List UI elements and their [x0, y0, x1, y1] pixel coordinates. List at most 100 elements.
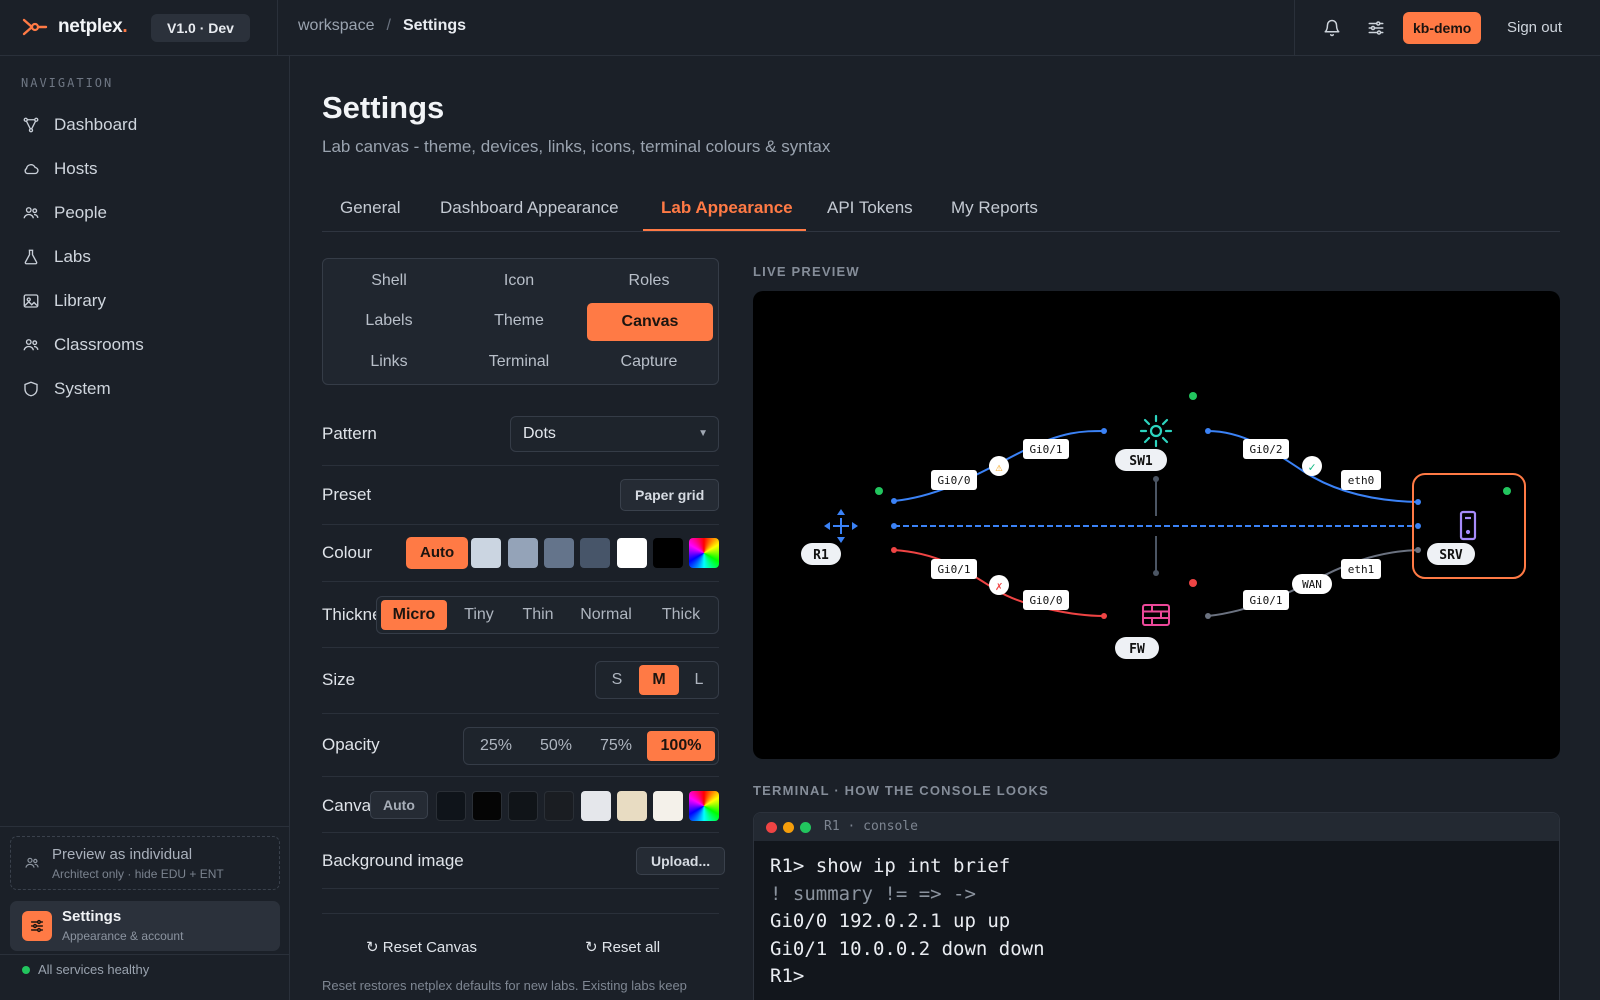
lab-appearance-subtabs: Shell Icon Roles Labels Theme Canvas Lin…	[322, 258, 719, 385]
user-badge[interactable]: kb-demo	[1403, 12, 1482, 44]
size-m[interactable]: M	[639, 665, 679, 695]
subtab-links[interactable]: Links	[326, 343, 452, 381]
iface-label: Gi0/0	[937, 474, 970, 487]
divider	[1294, 0, 1295, 56]
tab-dashboard-appearance[interactable]: Dashboard Appearance	[440, 198, 619, 218]
subtab-capture[interactable]: Capture	[586, 343, 712, 381]
sliders-icon[interactable]	[1364, 16, 1388, 40]
thickness-tiny[interactable]: Tiny	[453, 600, 505, 630]
canvas-auto-button[interactable]: Auto	[370, 791, 428, 819]
size-l[interactable]: L	[682, 665, 716, 695]
reset-canvas-button[interactable]: ↻ Reset Canvas	[366, 938, 477, 956]
colour-swatch[interactable]	[471, 538, 501, 568]
divider	[322, 776, 719, 777]
colour-label: Colour	[322, 543, 373, 562]
sidebar-item-people[interactable]: People	[22, 198, 107, 228]
colour-swatch[interactable]	[508, 538, 538, 568]
tab-general[interactable]: General	[340, 198, 400, 218]
reset-all-button[interactable]: ↻ Reset all	[585, 938, 660, 956]
iface-label: Gi0/2	[1249, 443, 1282, 456]
subtab-roles[interactable]: Roles	[586, 262, 712, 300]
top-bar: netplex. V1.0 · Dev workspace / Settings…	[0, 0, 1600, 56]
iface-label: Gi0/1	[937, 563, 970, 576]
pattern-value: Dots	[523, 425, 556, 442]
sidebar-item-system[interactable]: System	[22, 374, 111, 404]
preset-paper-grid-button[interactable]: Paper grid	[620, 479, 720, 511]
subtab-terminal[interactable]: Terminal	[456, 343, 582, 381]
sidebar-item-labs[interactable]: Labs	[22, 242, 91, 272]
opacity-50[interactable]: 50%	[528, 731, 584, 761]
opacity-segmented: 25% 50% 75% 100%	[463, 727, 719, 765]
x-badge: ✗	[989, 575, 1009, 595]
subtab-canvas[interactable]: Canvas	[587, 303, 713, 341]
app-logo[interactable]: netplex.	[22, 16, 128, 38]
canvas-label: Canvas	[322, 796, 370, 815]
subtab-shell[interactable]: Shell	[326, 262, 452, 300]
canvas-swatch[interactable]	[544, 791, 574, 821]
sidebar-item-label: Labs	[54, 247, 91, 266]
sidebar-item-library[interactable]: Library	[22, 286, 106, 316]
opacity-100[interactable]: 100%	[647, 731, 715, 761]
image-icon	[23, 294, 39, 308]
router-icon	[824, 509, 858, 543]
custom-colour-picker[interactable]	[689, 538, 719, 568]
version-badge[interactable]: V1.0 · Dev	[151, 14, 250, 42]
custom-canvas-colour-picker[interactable]	[689, 791, 719, 821]
sidebar-item-label: System	[54, 379, 111, 398]
wan-label: WAN	[1302, 578, 1322, 591]
subtab-labels[interactable]: Labels	[326, 302, 452, 340]
thickness-thick[interactable]: Thick	[649, 600, 713, 630]
size-segmented: S M L	[595, 661, 719, 699]
opacity-25[interactable]: 25%	[468, 731, 524, 761]
thickness-segmented: Micro Tiny Thin Normal Thick	[376, 596, 719, 634]
preset-label: Preset	[322, 485, 372, 504]
thickness-thin[interactable]: Thin	[513, 600, 563, 630]
sidebar-item-classrooms[interactable]: Classrooms	[22, 330, 144, 360]
divider	[0, 954, 290, 955]
settings-account-card[interactable]: Settings Appearance & account	[10, 901, 280, 951]
canvas-swatch[interactable]	[653, 791, 683, 821]
subtab-theme[interactable]: Theme	[456, 302, 582, 340]
sign-out-link[interactable]: Sign out	[1507, 19, 1562, 36]
divider	[322, 888, 719, 889]
colour-swatch[interactable]	[617, 538, 647, 568]
sidebar-item-hosts[interactable]: Hosts	[22, 154, 97, 184]
settings-tabs: General Dashboard Appearance Lab Appeara…	[322, 188, 1560, 232]
colour-swatch[interactable]	[653, 538, 683, 568]
breadcrumb: workspace / Settings	[298, 17, 466, 35]
terminal-preview[interactable]: R1 · console R1> show ip int brief ! sum…	[753, 812, 1560, 1000]
canvas-swatch[interactable]	[581, 791, 611, 821]
app-name: netplex.	[58, 16, 128, 37]
breadcrumb-separator: /	[386, 17, 391, 34]
switch-icon	[1139, 414, 1173, 448]
node-label-srv: SRV	[1439, 548, 1463, 563]
colour-swatch[interactable]	[544, 538, 574, 568]
canvas-swatch[interactable]	[508, 791, 538, 821]
thickness-normal[interactable]: Normal	[571, 600, 641, 630]
opacity-75[interactable]: 75%	[588, 731, 644, 761]
thickness-micro[interactable]: Micro	[381, 600, 447, 630]
iface-label: Gi0/1	[1029, 443, 1062, 456]
pattern-select[interactable]: Dots ▼	[510, 416, 719, 452]
canvas-swatch[interactable]	[617, 791, 647, 821]
tab-my-reports[interactable]: My Reports	[951, 198, 1038, 218]
canvas-swatch[interactable]	[472, 791, 502, 821]
canvas-swatch[interactable]	[436, 791, 466, 821]
subtab-icon[interactable]: Icon	[456, 262, 582, 300]
sidebar-item-dashboard[interactable]: Dashboard	[22, 110, 137, 140]
lab-canvas-preview[interactable]: R1 SW1 FW SRV ⚠ ✓ ✗ Gi0/0 Gi0/1 Gi0/2 et…	[753, 291, 1560, 759]
preview-title: Preview as individual	[52, 846, 193, 863]
tab-lab-appearance[interactable]: Lab Appearance	[661, 198, 793, 218]
breadcrumb-root[interactable]: workspace	[298, 17, 374, 35]
preview-as-individual[interactable]: Preview as individual Architect only · h…	[10, 836, 280, 890]
status-indicator: All services healthy	[22, 962, 149, 977]
divider	[322, 524, 719, 525]
tab-api-tokens[interactable]: API Tokens	[827, 198, 913, 218]
bell-icon[interactable]	[1320, 16, 1344, 40]
upload-button[interactable]: Upload...	[636, 847, 726, 875]
colour-swatch[interactable]	[580, 538, 610, 568]
size-s[interactable]: S	[600, 665, 634, 695]
minimize-dot-icon	[783, 822, 794, 833]
colour-auto-button[interactable]: Auto	[406, 537, 469, 569]
node-label-sw1: SW1	[1129, 454, 1153, 469]
